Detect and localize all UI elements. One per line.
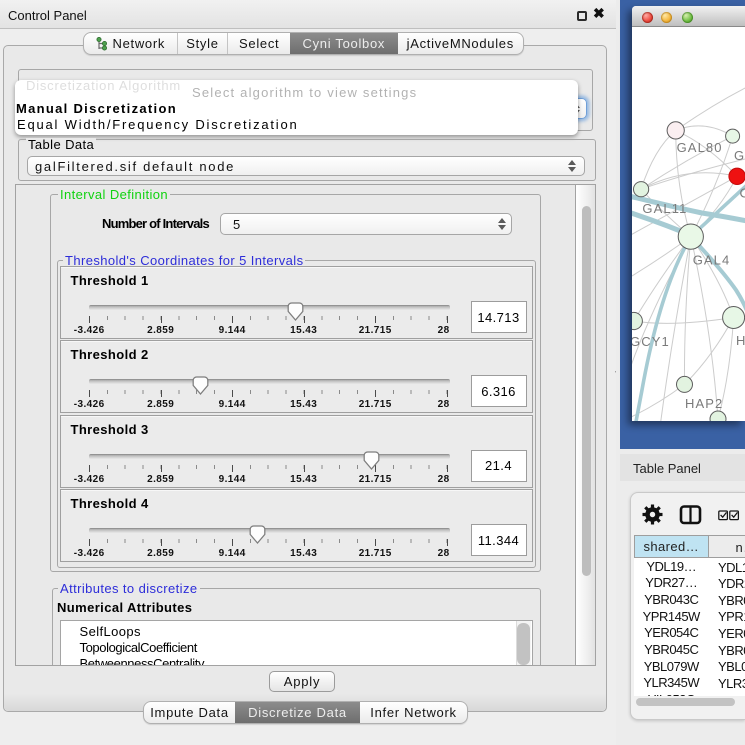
svg-text:GAL11: GAL11 [642, 201, 687, 216]
svg-text:C: C [740, 186, 745, 201]
svg-text:GAL4: GAL4 [693, 253, 731, 268]
svg-text:GA: GA [734, 148, 745, 163]
svg-text:GAL80: GAL80 [677, 140, 723, 155]
svg-text:H: H [736, 333, 745, 348]
svg-text:HAP2: HAP2 [685, 396, 723, 411]
svg-text:GCY1: GCY1 [632, 334, 670, 349]
